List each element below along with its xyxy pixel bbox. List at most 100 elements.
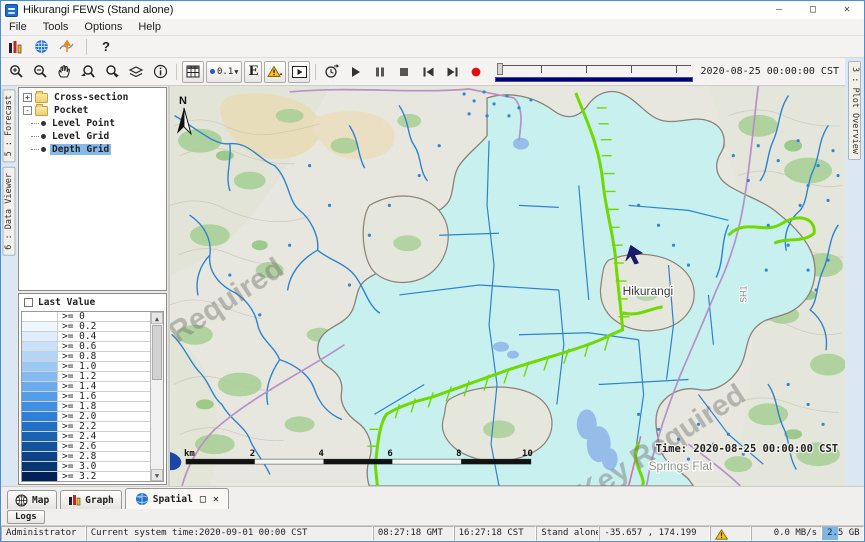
status-coordinates: -35.657 , 174.199: [599, 526, 709, 541]
logs-button[interactable]: Logs: [7, 510, 45, 524]
pan-hand-button[interactable]: [53, 61, 75, 83]
close-button[interactable]: ✕: [830, 1, 864, 19]
legend-toggle-label: E: [249, 64, 259, 79]
zoom-next-button[interactable]: [101, 61, 123, 83]
legend-value: >= 3.2: [58, 472, 96, 481]
tab-maximize-icon[interactable]: □: [200, 494, 206, 505]
tab-plot-overview[interactable]: 3 : Plot Overview: [848, 61, 861, 160]
info-button[interactable]: [149, 61, 171, 83]
left-panel: + Cross-section - Pocket Level P: [17, 86, 170, 486]
status-warning-cell[interactable]: [710, 526, 751, 541]
layers-button[interactable]: [125, 61, 147, 83]
app-logo-icon: [5, 4, 18, 17]
globe-map-button[interactable]: [31, 38, 51, 56]
scrollbar-track[interactable]: [151, 324, 163, 469]
stop-button[interactable]: [393, 61, 415, 83]
expander-icon[interactable]: +: [23, 93, 32, 102]
menu-item[interactable]: File: [1, 19, 35, 36]
timeline-thumb[interactable]: [497, 63, 503, 75]
class-break-select[interactable]: 0.1 ▼: [206, 61, 242, 83]
map-canvas[interactable]: API Key Required API Key Required Hikura…: [170, 86, 845, 486]
legend-toggle-button[interactable]: E: [244, 61, 262, 83]
folder-icon: [35, 106, 48, 116]
tab-graph[interactable]: Graph: [60, 490, 122, 509]
window-title: Hikurangi FEWS (Stand alone): [23, 4, 173, 16]
step-backward-button[interactable]: [417, 61, 439, 83]
last-value-checkbox[interactable]: [24, 298, 33, 307]
menu-bar: FileToolsOptionsHelp: [1, 19, 864, 36]
svg-text:8: 8: [456, 449, 461, 459]
pause-button[interactable]: [369, 61, 391, 83]
tab-spatial[interactable]: Spatial □ ✕: [125, 488, 229, 509]
step-forward-button[interactable]: [441, 61, 463, 83]
tree-item-depth-grid[interactable]: Depth Grid: [19, 143, 166, 156]
warning-filter-button[interactable]: [264, 61, 286, 83]
menu-item[interactable]: Tools: [35, 19, 77, 36]
zoom-previous-button[interactable]: [77, 61, 99, 83]
minimize-button[interactable]: —: [762, 1, 796, 19]
legend-swatch: [22, 452, 58, 461]
tab-data-viewer[interactable]: 6 : Data Viewer: [3, 167, 16, 256]
legend-swatch: [22, 392, 58, 401]
tab-map[interactable]: Map: [7, 490, 57, 509]
legend-value: >= 2.4: [58, 432, 96, 441]
toolbar-separator: [86, 39, 87, 55]
record-button[interactable]: [465, 61, 487, 83]
legend-swatch: [22, 382, 58, 391]
time-settings-button[interactable]: [321, 61, 343, 83]
svg-text:km: km: [184, 449, 195, 459]
status-memory: 2.5 GB: [822, 526, 864, 541]
tree-item-label: Depth Grid: [50, 144, 111, 155]
svg-text:2: 2: [250, 449, 255, 459]
legend-swatch: [22, 462, 58, 471]
scroll-up-icon[interactable]: ▲: [151, 312, 163, 324]
legend-value: >= 0.8: [58, 352, 96, 361]
legend-swatch: [22, 322, 58, 331]
layer-tree: + Cross-section - Pocket Level P: [18, 87, 167, 291]
bullet-icon: [41, 121, 46, 126]
expander-icon[interactable]: -: [23, 106, 32, 115]
wireframe-globe-icon: [15, 494, 28, 507]
class-break-dot-icon: [210, 69, 215, 74]
status-user: Administrator: [1, 526, 86, 541]
tab-close-icon[interactable]: ✕: [213, 494, 219, 505]
tree-item-level-point[interactable]: Level Point: [19, 117, 166, 130]
legend-value: >= 0.6: [58, 342, 96, 351]
legend-value: >= 3.0: [58, 462, 96, 471]
help-button[interactable]: ?: [96, 39, 116, 54]
timeseries-button[interactable]: [57, 38, 77, 56]
scroll-down-icon[interactable]: ▼: [151, 469, 163, 481]
animation-button[interactable]: [288, 61, 310, 83]
log-chart-button[interactable]: [5, 38, 25, 56]
map-view[interactable]: API Key Required API Key Required Hikura…: [170, 86, 845, 486]
menu-item[interactable]: Options: [76, 19, 130, 36]
play-button[interactable]: [345, 61, 367, 83]
timeline-slider[interactable]: [495, 61, 692, 83]
tab-forecast[interactable]: 5 : Forecast: [3, 89, 16, 162]
legend-value: >= 1.8: [58, 402, 96, 411]
menu-item[interactable]: Help: [130, 19, 169, 36]
legend-swatch: [22, 332, 58, 341]
status-network: 0.0 MB/s: [751, 526, 822, 541]
bottom-tab-bar: Map Graph Spatial □ ✕: [1, 486, 864, 509]
legend-value: >= 0.2: [58, 322, 96, 331]
legend-swatch: [22, 372, 58, 381]
tree-line: [31, 123, 39, 124]
tab-graph-label: Graph: [85, 495, 114, 506]
scrollbar-thumb[interactable]: [152, 325, 162, 380]
zoom-in-button[interactable]: [5, 61, 27, 83]
legend-value: >= 0: [58, 312, 85, 321]
tree-item-cross-section[interactable]: + Cross-section: [19, 91, 166, 104]
folder-icon: [35, 93, 48, 103]
tree-item-level-grid[interactable]: Level Grid: [19, 130, 166, 143]
legend-swatch: [22, 352, 58, 361]
grid-display-button[interactable]: [182, 61, 204, 83]
tree-item-label: Pocket: [52, 105, 90, 116]
legend-scrollbar[interactable]: ▲ ▼: [150, 312, 163, 481]
right-tab-strip: 3 : Plot Overview: [845, 58, 864, 486]
maximize-button[interactable]: □: [796, 1, 830, 19]
zoom-out-button[interactable]: [29, 61, 51, 83]
last-value-checkbox-row[interactable]: Last Value: [19, 294, 166, 309]
toolbar-separator: [315, 64, 316, 80]
tree-item-pocket[interactable]: - Pocket: [19, 104, 166, 117]
